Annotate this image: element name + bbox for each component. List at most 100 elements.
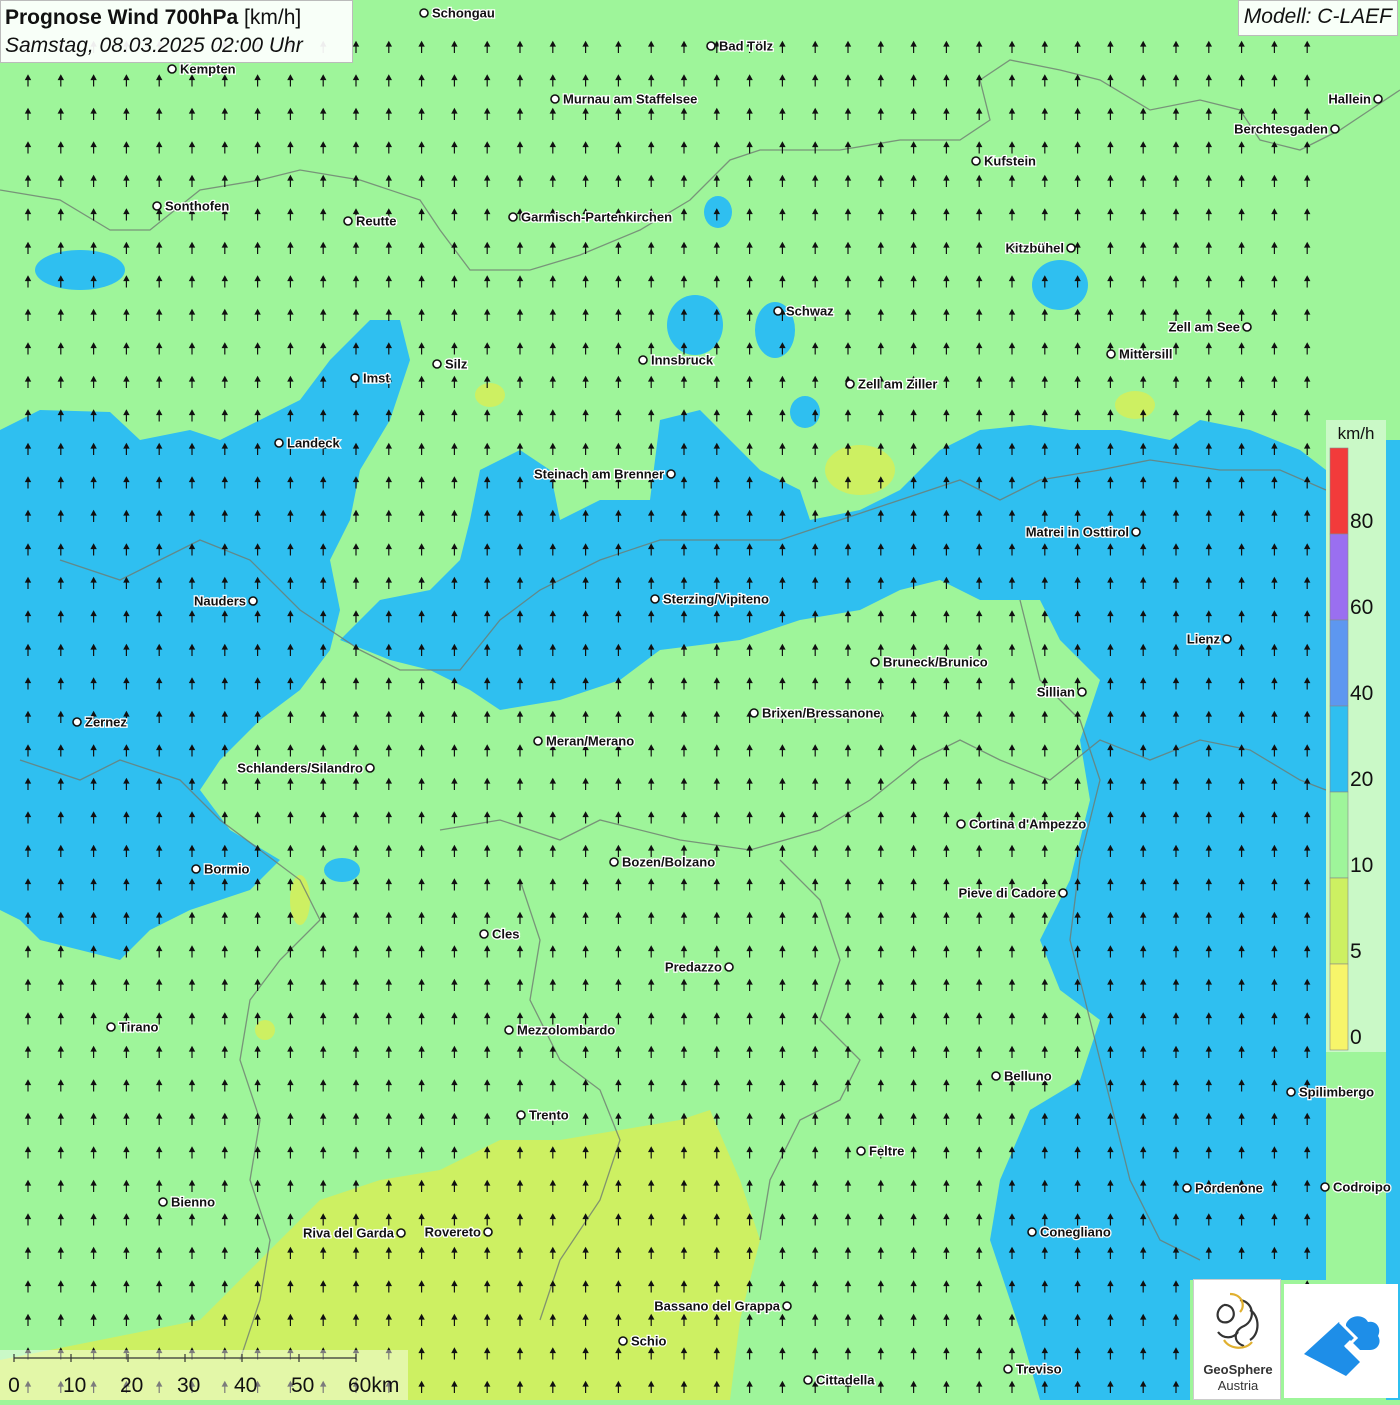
map-subtitle: Samstag, 08.03.2025 02:00 Uhr	[5, 34, 303, 57]
city-marker: Murnau am Staffelsee	[550, 90, 699, 108]
city-label: Kitzbühel	[1006, 241, 1065, 256]
city-label: Zernez	[85, 715, 127, 730]
zone-kitzbuehel	[1032, 260, 1088, 310]
scale-label: 60km	[348, 1374, 399, 1397]
city-label: Schio	[631, 1334, 666, 1349]
legend-color-segment	[1329, 877, 1349, 965]
city-label: Hallein	[1328, 92, 1371, 107]
city-marker: Pordenone	[1182, 1179, 1264, 1197]
legend-label: 20	[1350, 768, 1373, 791]
city-marker: Brixen/Bressanone	[749, 704, 882, 722]
city-label: Pieve di Cadore	[958, 886, 1056, 901]
city-marker: Meran/Merano	[533, 732, 635, 750]
city-marker: Sonthofen	[152, 197, 231, 215]
zone-yellow-1	[825, 445, 895, 495]
city-label: Predazzo	[665, 960, 722, 975]
city-label: Codroipo	[1333, 1180, 1391, 1195]
legend-color-segment	[1329, 705, 1349, 793]
legend-color-segment	[1329, 791, 1349, 879]
zone-right-strip	[1386, 440, 1400, 1400]
city-label: Bassano del Grappa	[654, 1299, 780, 1314]
city-label: Landeck	[287, 436, 341, 451]
legend-color-segment	[1329, 533, 1349, 621]
legend-color-segment	[1329, 963, 1349, 1051]
city-label: Murnau am Staffelsee	[563, 92, 697, 107]
city-label: Garmisch-Partenkirchen	[521, 210, 672, 225]
city-marker: Pieve di Cadore	[957, 884, 1068, 902]
city-label: Zell am See	[1168, 320, 1240, 335]
legend-unit: km/h	[1338, 424, 1375, 443]
city-label: Imst	[363, 371, 390, 386]
city-label: Sillian	[1037, 685, 1075, 700]
color-legend: km/h 80 60 40 20 10 5 0	[1326, 420, 1386, 1052]
city-label: Feltre	[869, 1144, 904, 1159]
city-label: Bruneck/Brunico	[883, 655, 988, 670]
city-label: Bad Tölz	[719, 39, 774, 54]
wind-map: Schongau Bad Tölz Kempten Murnau am Staffel…	[0, 0, 1400, 1400]
scale-label: 10	[63, 1374, 86, 1397]
city-marker: Sterzing/Vipiteno	[650, 590, 770, 608]
city-label: Mittersill	[1119, 347, 1172, 362]
geosphere-swirl-icon	[1216, 1292, 1259, 1349]
city-label: Reutte	[356, 214, 396, 229]
city-label: Steinach am Brenner	[534, 467, 664, 482]
city-label: Cles	[492, 927, 519, 942]
scale-label: 0	[8, 1374, 20, 1397]
city-marker: Riva del Garda	[302, 1224, 406, 1242]
city-label: Berchtesgaden	[1234, 122, 1328, 137]
zone-bormio	[324, 858, 360, 882]
city-marker: Cortina d'Ampezzo	[956, 815, 1088, 833]
city-marker: Spilimbergo	[1286, 1083, 1375, 1101]
scale-label: 40	[234, 1374, 257, 1397]
city-marker: Zell am Ziller	[845, 375, 939, 393]
city-label: Bormio	[204, 862, 250, 877]
city-label: Tirano	[119, 1020, 159, 1035]
scale-label: 20	[120, 1374, 143, 1397]
city-marker: Steinach am Brenner	[533, 465, 676, 483]
city-label: Kempten	[180, 62, 236, 77]
city-label: Nauders	[194, 594, 246, 609]
city-label: Sterzing/Vipiteno	[663, 592, 769, 607]
legend-color-segment	[1329, 447, 1349, 535]
city-marker: Mezzolombardo	[504, 1021, 617, 1039]
scale-label: 50	[291, 1374, 314, 1397]
weather-app-logo	[1284, 1284, 1398, 1398]
city-label: Bienno	[171, 1195, 215, 1210]
zone-yellow-2	[1115, 391, 1155, 419]
city-label: Trento	[529, 1108, 569, 1123]
city-label: Silz	[445, 357, 468, 372]
scale-bar: 0 10 20 30 40 50 60km	[0, 1350, 408, 1400]
city-label: Bozen/Bolzano	[622, 855, 715, 870]
city-marker: Innsbruck	[638, 351, 715, 369]
city-label: Innsbruck	[651, 353, 714, 368]
legend-label: 10	[1350, 854, 1373, 877]
city-marker: Garmisch-Partenkirchen	[508, 208, 673, 226]
city-label: Zell am Ziller	[858, 377, 937, 392]
city-label: Riva del Garda	[303, 1226, 395, 1241]
city-label: Schwaz	[786, 304, 834, 319]
city-label: Schongau	[432, 6, 495, 21]
city-label: Belluno	[1004, 1069, 1052, 1084]
city-label: Brixen/Bressanone	[762, 706, 881, 721]
city-label: Rovereto	[425, 1225, 481, 1240]
city-marker: Bassano del Grappa	[653, 1297, 792, 1315]
zone-yellow-3	[475, 383, 505, 407]
scale-label: 30	[177, 1374, 200, 1397]
legend-label: 5	[1350, 940, 1362, 963]
map-title-unit: [km/h]	[244, 6, 302, 29]
legend-label: 60	[1350, 596, 1373, 619]
city-label: Schlanders/Silandro	[237, 761, 363, 776]
city-label: Matrei in Osttirol	[1026, 525, 1129, 540]
city-marker: Zell am See	[1167, 318, 1252, 336]
city-label: Cittadella	[816, 1373, 875, 1388]
legend-label: 40	[1350, 682, 1373, 705]
legend-svg: km/h 80 60 40 20 10 5 0	[1329, 424, 1375, 1051]
map-title: Prognose Wind 700hPa	[5, 6, 239, 29]
city-marker: Matrei in Osttirol	[1024, 523, 1141, 541]
model-label: Modell: C-LAEF	[1237, 0, 1398, 36]
geosphere-line1: GeoSphere	[1203, 1362, 1273, 1377]
city-label: Mezzolombardo	[517, 1023, 615, 1038]
scale-svg: 0 10 20 30 40 50 60km	[8, 1354, 399, 1397]
city-marker: Conegliano	[1027, 1223, 1112, 1241]
legend-label: 0	[1350, 1026, 1362, 1049]
